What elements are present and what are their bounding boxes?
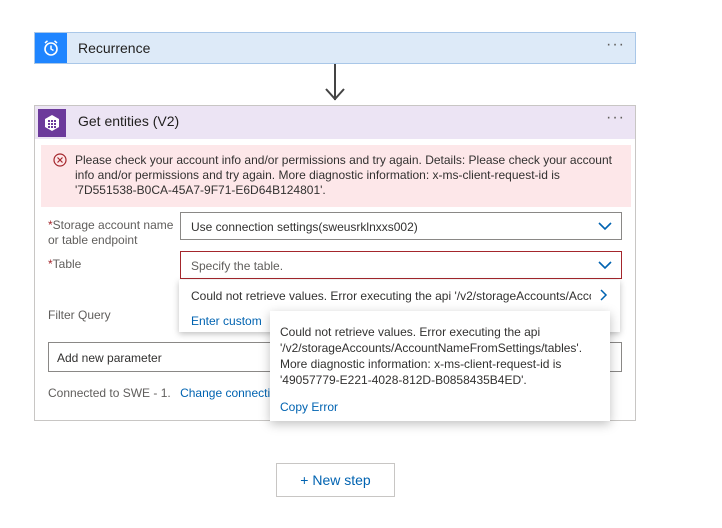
- add-parameter-text: Add new parameter: [57, 351, 162, 365]
- storage-account-select[interactable]: Use connection settings(sweusrklnxxs002): [180, 212, 622, 240]
- alarm-clock-icon: [35, 33, 67, 63]
- connection-info: Connected to SWE - 1. Change connection.: [48, 386, 287, 400]
- table-label: *Table: [48, 257, 81, 272]
- more-options-button[interactable]: ···: [606, 109, 625, 127]
- table-placeholder: Specify the table.: [191, 259, 284, 273]
- storage-account-label: *Storage account name or table endpoint: [48, 218, 173, 248]
- new-step-button[interactable]: + New step: [276, 463, 395, 497]
- dropdown-error-option[interactable]: Could not retrieve values. Error executi…: [191, 289, 591, 303]
- chevron-down-icon: [598, 261, 612, 270]
- chevron-right-icon[interactable]: [600, 289, 608, 301]
- table-label-text: Table: [52, 257, 82, 271]
- card-header[interactable]: Get entities (V2) ···: [35, 106, 635, 139]
- storage-label-line2: or table endpoint: [48, 233, 138, 247]
- copy-error-link[interactable]: Copy Error: [280, 399, 338, 415]
- enter-custom-value-link[interactable]: Enter custom value: [191, 314, 265, 328]
- filter-query-label: Filter Query: [48, 308, 111, 322]
- recurrence-card[interactable]: Recurrence ···: [34, 32, 636, 64]
- error-circle-icon: [53, 153, 67, 167]
- storage-account-value: Use connection settings(sweusrklnxxs002): [191, 220, 418, 234]
- error-message: Please check your account info and/or pe…: [75, 153, 612, 197]
- recurrence-title: Recurrence: [78, 40, 151, 56]
- error-banner: Please check your account info and/or pe…: [41, 145, 631, 207]
- table-storage-icon: [38, 109, 66, 137]
- arrow-down-icon: [325, 88, 345, 101]
- storage-label-line1: Storage account name: [52, 218, 174, 232]
- chevron-down-icon: [598, 222, 612, 231]
- connected-text: Connected to SWE - 1.: [48, 386, 171, 400]
- tooltip-message: Could not retrieve values. Error executi…: [280, 325, 583, 387]
- error-tooltip: Could not retrieve values. Error executi…: [270, 311, 610, 421]
- table-select[interactable]: Specify the table.: [180, 251, 622, 279]
- entities-title: Get entities (V2): [78, 113, 180, 129]
- more-options-button[interactable]: ···: [606, 36, 625, 54]
